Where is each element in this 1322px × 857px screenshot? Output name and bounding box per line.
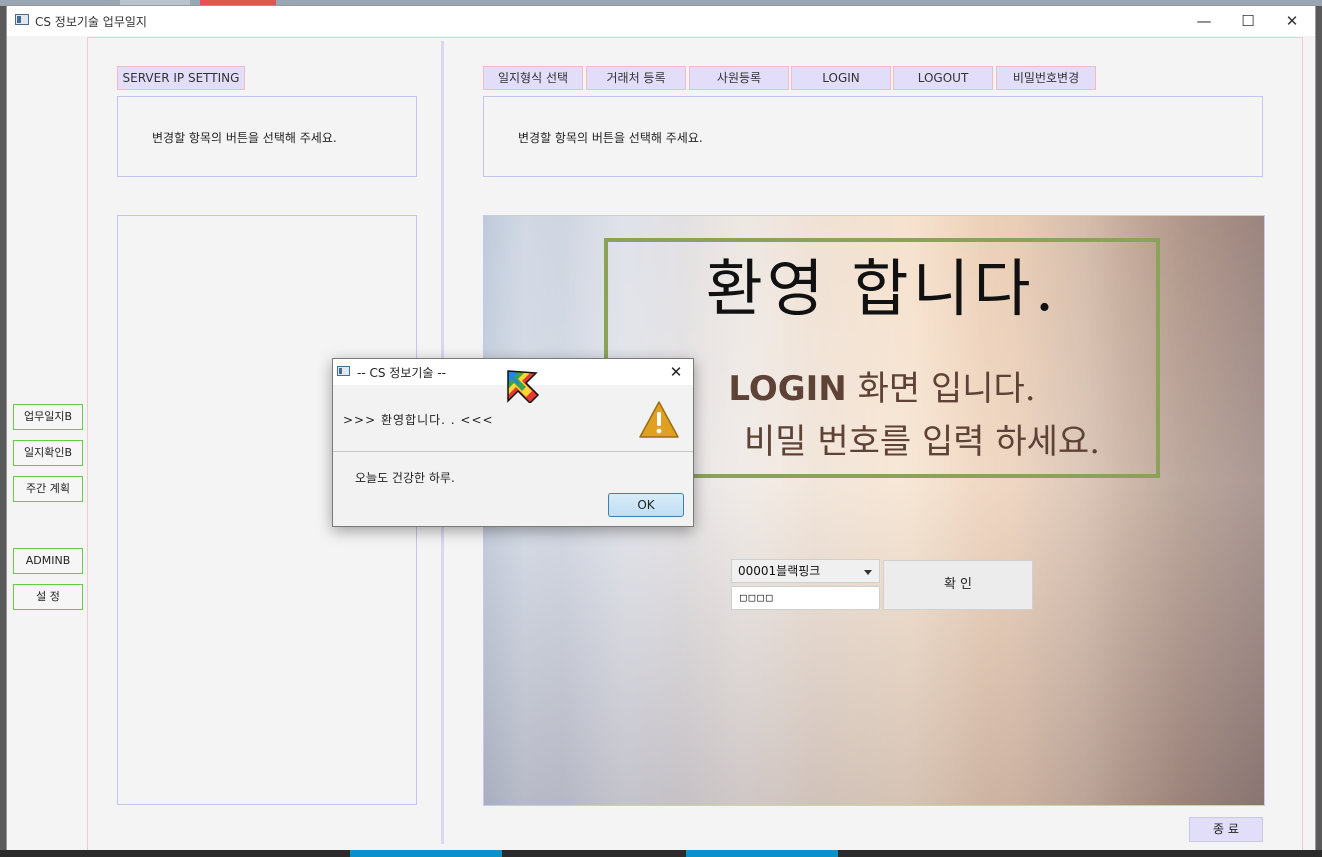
dialog-close-button[interactable]: ✕ <box>663 359 689 385</box>
kite-logo-icon <box>507 370 540 403</box>
tab-login[interactable]: LOGIN <box>791 66 891 90</box>
dialog-header: >>> 환영합니다. . <<< <box>343 413 494 427</box>
close-button[interactable]: ✕ <box>1269 6 1315 36</box>
sidebar-item-settings[interactable]: 설 정 <box>13 584 83 610</box>
tab-employee-register[interactable]: 사원등록 <box>689 66 789 90</box>
taskbar-item <box>686 850 838 857</box>
tab-client-register[interactable]: 거래처 등록 <box>586 66 686 90</box>
title-bar: CS 정보기술 업무일지 — ☐ ✕ <box>7 6 1315 36</box>
tab-log-format-select[interactable]: 일지형식 선택 <box>483 66 583 90</box>
welcome-line1-rest: 화면 입니다. <box>846 369 1036 409</box>
sidebar-item-log-check[interactable]: 일지확인B <box>13 440 83 466</box>
dialog-separator <box>333 451 693 452</box>
window-title: CS 정보기술 업무일지 <box>35 15 147 29</box>
welcome-line2: 비밀 번호를 입력 하세요. <box>743 422 1101 462</box>
app-window-icon <box>15 14 29 25</box>
warning-icon <box>639 401 679 438</box>
tab-logout[interactable]: LOGOUT <box>893 66 993 90</box>
user-select[interactable]: 00001블랙핑크 <box>731 559 880 583</box>
right-message-panel: 변경할 항목의 버튼을 선택해 주세요. <box>483 96 1263 177</box>
welcome-login-word: LOGIN <box>728 369 847 409</box>
minimize-button[interactable]: — <box>1181 6 1227 36</box>
dialog-title: -- CS 정보기술 -- <box>357 366 446 380</box>
sidebar-item-admin[interactable]: ADMINB <box>13 548 83 574</box>
left-message-panel: 변경할 항목의 버튼을 선택해 주세요. <box>117 96 417 177</box>
dialog-message: 오늘도 건강한 하루. <box>355 471 455 485</box>
confirm-button[interactable]: 확 인 <box>883 560 1033 610</box>
dialog-window-icon <box>337 366 350 376</box>
taskbar-item <box>350 850 502 857</box>
welcome-title: 환영 합니다. <box>705 252 1059 325</box>
maximize-button[interactable]: ☐ <box>1225 6 1271 36</box>
exit-button[interactable]: 종 료 <box>1189 817 1263 842</box>
server-ip-setting-button[interactable]: SERVER IP SETTING <box>117 66 245 90</box>
user-select-value: 00001블랙핑크 <box>738 564 821 578</box>
tab-change-password[interactable]: 비밀번호변경 <box>996 66 1096 90</box>
left-panel-message: 변경할 항목의 버튼을 선택해 주세요. <box>152 131 337 145</box>
desktop-taskbar-bottom <box>0 850 1322 857</box>
password-field[interactable]: □□□□ <box>731 586 880 610</box>
chevron-down-icon <box>864 570 872 575</box>
sidebar-item-work-log[interactable]: 업무일지B <box>13 404 83 430</box>
sidebar-item-weekly-plan[interactable]: 주간 계획 <box>13 476 83 502</box>
right-panel-message: 변경할 항목의 버튼을 선택해 주세요. <box>518 131 703 145</box>
welcome-dialog: -- CS 정보기술 -- ✕ >>> 환영합니다. . <<< 오늘도 건강한… <box>332 358 694 527</box>
ok-button[interactable]: OK <box>608 493 684 517</box>
